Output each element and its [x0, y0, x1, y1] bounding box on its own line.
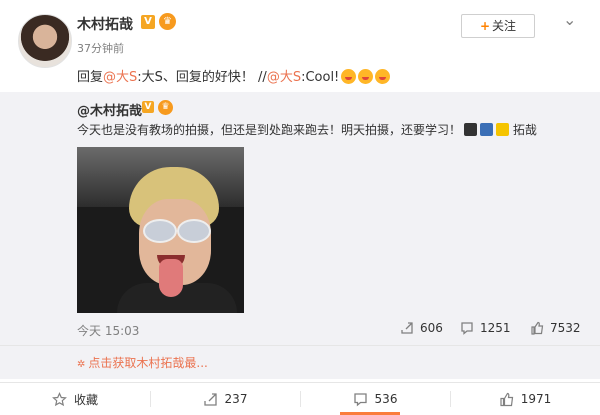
like-button[interactable]: 1971	[450, 383, 600, 415]
comment-button[interactable]: 536	[300, 383, 450, 415]
action-bar: 收藏 237 536 1971	[0, 382, 600, 415]
divider	[0, 345, 600, 346]
quoted-text: 今天也是没有教场的拍摄，但还是到处跑来跑去！明天拍摄，还要学习！ 拓哉	[77, 121, 537, 138]
quoted-like-button[interactable]: 7532	[530, 321, 581, 335]
kiss-emoji-icon	[341, 69, 357, 84]
repost-text: 回复@大S:大S、回复的好快！ //@大S:Cool!	[77, 66, 391, 85]
quoted-repost-button[interactable]: 606	[400, 321, 443, 335]
mention-link[interactable]: @大S	[267, 70, 301, 85]
sparkle-icon	[496, 123, 510, 136]
quoted-time[interactable]: 今天 15:03	[77, 322, 139, 339]
quoted-signature: 拓哉	[512, 123, 537, 137]
kiss-emoji-icon	[375, 69, 391, 84]
quoted-comment-count: 1251	[480, 321, 511, 335]
favorite-button[interactable]: 收藏	[0, 383, 150, 415]
clapperboard-icon	[464, 123, 478, 136]
repost-icon	[401, 322, 413, 334]
person-icon	[480, 123, 494, 136]
more-link[interactable]: ✲ 点击获取木村拓哉最...	[77, 354, 208, 371]
kiss-emoji-icon	[358, 69, 374, 84]
repost-count: 237	[224, 392, 248, 406]
verified-icon: V	[142, 101, 154, 113]
plus-icon: +	[479, 19, 491, 33]
favorite-label: 收藏	[73, 392, 98, 407]
repost-button[interactable]: 237	[150, 383, 300, 415]
repost-icon	[203, 392, 217, 406]
author-name[interactable]: 木村拓哉	[77, 14, 133, 34]
spark-icon: ✲	[77, 359, 86, 370]
like-count: 1971	[520, 392, 552, 406]
post-photo[interactable]	[77, 147, 244, 313]
vip-crown-icon: ♛	[158, 100, 173, 115]
comment-icon	[461, 322, 473, 335]
repost-prefix: 回复	[77, 70, 104, 85]
quoted-author[interactable]: @木村拓哉	[77, 100, 142, 119]
vip-crown-icon: ♛	[159, 13, 176, 30]
quoted-body: 今天也是没有教场的拍摄，但还是到处跑来跑去！明天拍摄，还要学习！	[77, 123, 462, 137]
quoted-like-count: 7532	[550, 321, 581, 335]
author-avatar[interactable]	[18, 14, 72, 68]
follow-button[interactable]: + 关注	[461, 14, 535, 38]
weibo-card: 木村拓哉 V ♛ 37分钟前 + 关注 ⌄ 回复@大S:大S、回复的好快！ //@…	[0, 0, 600, 415]
post-time[interactable]: 37分钟前	[77, 40, 124, 56]
repost-text-2: :Cool!	[301, 70, 340, 85]
quoted-comment-button[interactable]: 1251	[460, 321, 511, 335]
chevron-down-icon[interactable]: ⌄	[563, 10, 576, 29]
follow-label: 关注	[492, 19, 517, 33]
quoted-repost-count: 606	[420, 321, 443, 335]
thumbs-up-icon	[500, 392, 513, 406]
thumbs-up-icon	[531, 321, 544, 335]
comment-icon	[353, 392, 367, 406]
verified-icon: V	[141, 15, 155, 29]
repost-text-1: :大S、回复的好快！ //	[137, 70, 267, 85]
mention-link[interactable]: @大S	[103, 70, 137, 85]
comment-count: 536	[374, 392, 398, 406]
more-link-label: 点击获取木村拓哉最...	[88, 356, 208, 370]
star-icon	[52, 391, 67, 406]
